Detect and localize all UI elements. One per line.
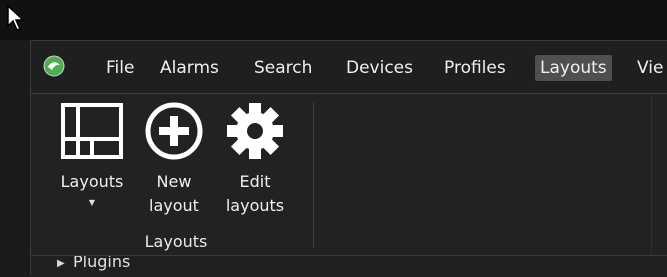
menu-layouts[interactable]: Layouts xyxy=(535,55,612,81)
new-layout-button[interactable]: New layout xyxy=(139,102,209,222)
layouts-button-label: Layouts xyxy=(60,172,124,191)
mouse-cursor-icon xyxy=(7,4,25,31)
screen-top-area xyxy=(0,0,667,40)
edit-layouts-button[interactable]: Edit layouts xyxy=(217,102,293,222)
layout-grid-icon xyxy=(61,103,123,159)
menu-devices[interactable]: Devices xyxy=(341,55,418,81)
plus-circle-icon xyxy=(145,102,203,160)
menu-view[interactable]: Vie xyxy=(632,55,667,81)
expand-arrow-icon[interactable]: ▶ xyxy=(57,258,65,269)
menu-alarms[interactable]: Alarms xyxy=(155,55,224,81)
app-logo-icon[interactable] xyxy=(43,55,65,77)
plugins-tree-item[interactable]: ▶ Plugins xyxy=(31,255,667,277)
new-layout-label: New layout xyxy=(149,172,199,215)
menu-file[interactable]: File xyxy=(101,55,139,81)
app-window: File Alarms Search Devices Profiles Layo… xyxy=(30,40,667,277)
layouts-dropdown-button[interactable]: Layouts ▼ xyxy=(45,102,139,222)
plugins-label: Plugins xyxy=(73,255,131,271)
edit-layouts-label: Edit layouts xyxy=(225,172,285,215)
left-screen-edge xyxy=(0,40,30,275)
ribbon-toolbar: Layouts ▼ New layout Edit layouts Layout… xyxy=(31,94,667,251)
panel-border xyxy=(651,94,652,276)
menu-bar: File Alarms Search Devices Profiles Layo… xyxy=(31,41,667,94)
dropdown-caret-icon: ▼ xyxy=(88,198,96,207)
ribbon-group-label: Layouts xyxy=(144,232,208,251)
ribbon-separator xyxy=(313,102,314,248)
gear-icon xyxy=(227,103,283,159)
menu-search[interactable]: Search xyxy=(249,55,317,81)
menu-profiles[interactable]: Profiles xyxy=(439,55,511,81)
